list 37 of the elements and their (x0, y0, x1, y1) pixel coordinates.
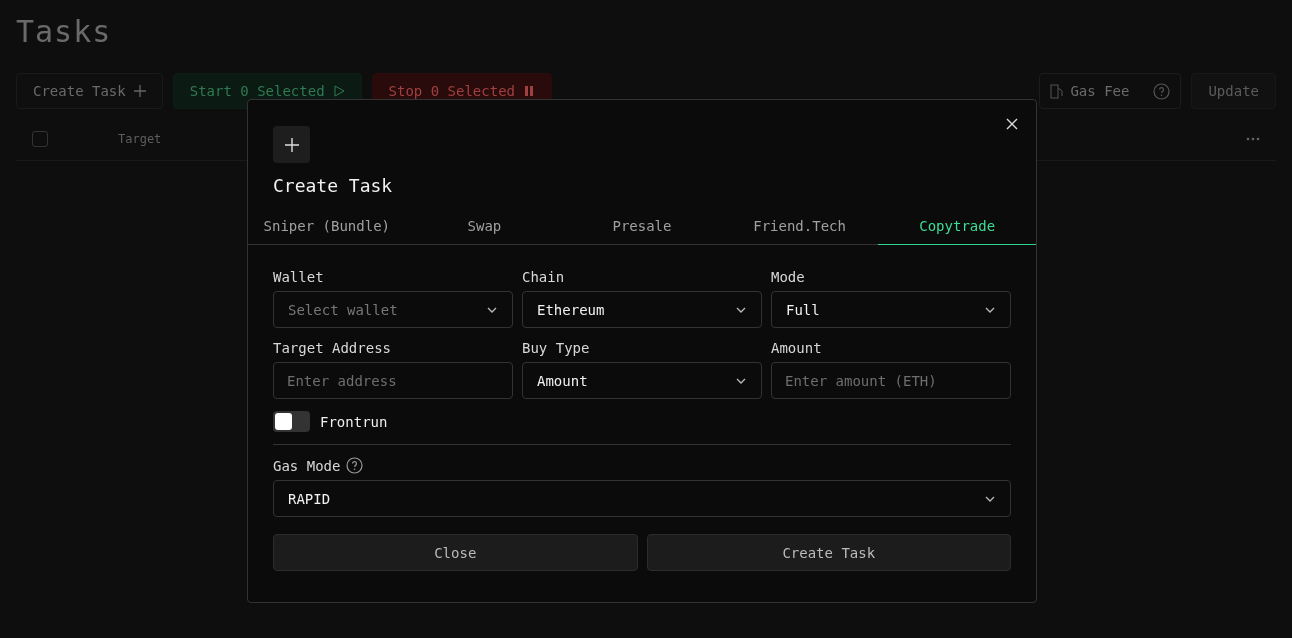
plus-icon (133, 85, 146, 97)
field-label: Mode (771, 269, 806, 285)
input-field[interactable]: Enter amount (ETH) (771, 362, 1011, 399)
plus-icon (273, 126, 310, 163)
select-all-checkbox[interactable] (32, 130, 48, 147)
select-field[interactable]: Ethereum (522, 291, 762, 328)
dialog-button[interactable]: Close (273, 534, 638, 571)
field-label: Amount (771, 340, 823, 356)
toolbar-button[interactable]: Create Task (16, 73, 163, 109)
play-icon (332, 85, 345, 97)
tab[interactable]: Sniper (Bundle) (248, 208, 406, 245)
tab[interactable]: Presale (563, 208, 721, 245)
input-field[interactable]: Enter address (273, 362, 513, 399)
select-field[interactable]: RAPID (273, 480, 1011, 517)
field-label: Chain (522, 269, 566, 285)
pause-icon (523, 85, 535, 97)
field-label: Target Address (273, 340, 392, 356)
fuel-pump-icon (1050, 83, 1065, 99)
toggle-label: Frontrun (320, 413, 388, 430)
field-label: Buy Type (522, 340, 591, 356)
tab[interactable]: Friend.Tech (720, 208, 879, 245)
more-icon[interactable] (1246, 136, 1260, 141)
tab[interactable]: Swap (405, 208, 564, 245)
select-field[interactable]: Full (771, 291, 1011, 328)
gas-fee-field[interactable]: Gas Fee (1039, 73, 1182, 109)
field-label: Wallet (273, 269, 325, 285)
tab[interactable]: Copytrade (878, 208, 1036, 245)
column-header: Target (118, 131, 162, 146)
select-field[interactable]: Amount (522, 362, 762, 399)
frontrun-toggle[interactable] (273, 411, 310, 432)
field-label: Gas Mode (273, 457, 341, 474)
dialog-title: Create Task (273, 175, 394, 196)
page-title: Tasks (16, 14, 112, 49)
help-icon[interactable] (346, 457, 364, 474)
select-field[interactable]: Select wallet (273, 291, 513, 328)
dialog-button[interactable]: Create Task (646, 534, 1011, 571)
close-icon[interactable] (1004, 116, 1020, 132)
